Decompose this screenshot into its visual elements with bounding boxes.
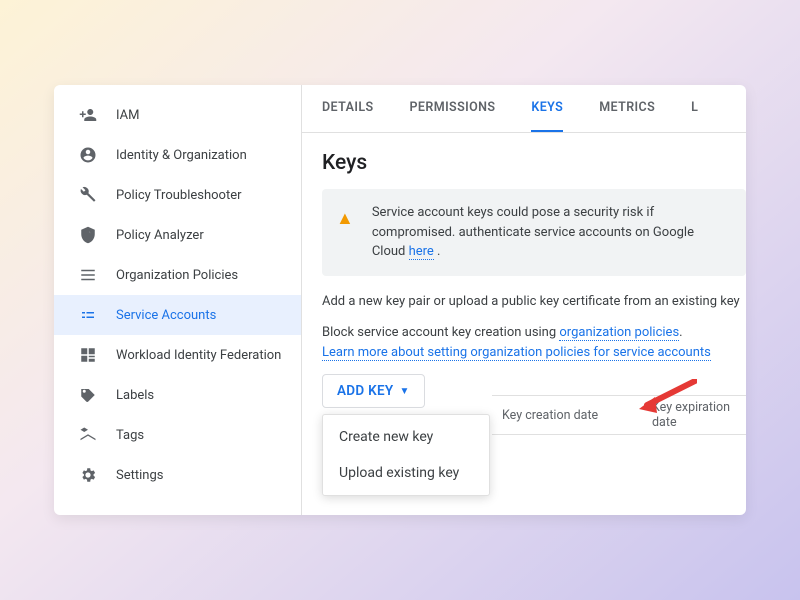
sidebar-item-settings[interactable]: Settings [54, 455, 301, 495]
sidebar: IAM Identity & Organization Policy Troub… [54, 85, 302, 515]
list-icon [78, 265, 98, 285]
sidebar-item-label: Service Accounts [116, 308, 216, 323]
add-key-label: ADD KEY [337, 383, 394, 399]
tag-icon [78, 385, 98, 405]
add-key-dropdown: Create new key Upload existing key [322, 414, 490, 496]
warning-banner: ▲ Service account keys could pose a secu… [322, 189, 746, 276]
add-key-description: Add a new key pair or upload a public ke… [322, 292, 746, 312]
sidebar-item-label: Settings [116, 468, 163, 483]
warning-icon: ▲ [336, 205, 354, 262]
sidebar-item-label: Workload Identity Federation [116, 348, 281, 363]
sidebar-item-troubleshooter[interactable]: Policy Troubleshooter [54, 175, 301, 215]
policy-icon [78, 225, 98, 245]
page-title: Keys [322, 151, 746, 175]
tab-logs-truncated[interactable]: L [691, 85, 698, 132]
tab-details[interactable]: DETAILS [322, 85, 374, 132]
tab-keys[interactable]: KEYS [531, 85, 563, 132]
dropdown-create-new-key[interactable]: Create new key [323, 419, 489, 455]
sidebar-item-label: Policy Troubleshooter [116, 188, 242, 203]
sidebar-item-iam[interactable]: IAM [54, 95, 301, 135]
tabs-bar: DETAILS PERMISSIONS KEYS METRICS L [302, 85, 746, 133]
col-key-creation-date: Key creation date [492, 408, 652, 423]
org-policies-link[interactable]: organization policies [559, 325, 679, 341]
sidebar-item-identity[interactable]: Identity & Organization [54, 135, 301, 175]
federation-icon [78, 345, 98, 365]
sidebar-item-org-policies[interactable]: Organization Policies [54, 255, 301, 295]
sidebar-item-analyzer[interactable]: Policy Analyzer [54, 215, 301, 255]
tab-metrics[interactable]: METRICS [599, 85, 655, 132]
keys-section: Keys ▲ Service account keys could pose a… [302, 133, 746, 408]
sidebar-item-label: Identity & Organization [116, 148, 247, 163]
keys-table-header: Key creation date Key expiration date [492, 395, 746, 435]
sidebar-item-service-accounts[interactable]: Service Accounts [54, 295, 301, 335]
warning-here-link[interactable]: here [409, 244, 434, 260]
main-content: DETAILS PERMISSIONS KEYS METRICS L Keys … [302, 85, 746, 515]
sidebar-item-tags[interactable]: Tags [54, 415, 301, 455]
warning-text: Service account keys could pose a securi… [372, 203, 728, 262]
app-panel: IAM Identity & Organization Policy Troub… [54, 85, 746, 515]
sidebar-item-label: Tags [116, 428, 144, 443]
dropdown-upload-existing-key[interactable]: Upload existing key [323, 455, 489, 491]
tab-permissions[interactable]: PERMISSIONS [410, 85, 496, 132]
person-add-icon [78, 105, 98, 125]
sidebar-item-label: Labels [116, 388, 154, 403]
gear-icon [78, 465, 98, 485]
bookmark-icon [78, 425, 98, 445]
sidebar-item-workload[interactable]: Workload Identity Federation [54, 335, 301, 375]
wrench-icon [78, 185, 98, 205]
block-description: Block service account key creation using… [322, 323, 746, 362]
service-account-icon [78, 305, 98, 325]
sidebar-item-label: IAM [116, 108, 139, 123]
col-key-expiration-date: Key expiration date [652, 400, 746, 430]
sidebar-item-label: Policy Analyzer [116, 228, 204, 243]
sidebar-item-label: Organization Policies [116, 268, 238, 283]
sidebar-item-labels[interactable]: Labels [54, 375, 301, 415]
add-key-button[interactable]: ADD KEY ▼ [322, 374, 425, 408]
account-circle-icon [78, 145, 98, 165]
chevron-down-icon: ▼ [400, 386, 410, 397]
learn-more-link[interactable]: Learn more about setting organization po… [322, 345, 711, 361]
